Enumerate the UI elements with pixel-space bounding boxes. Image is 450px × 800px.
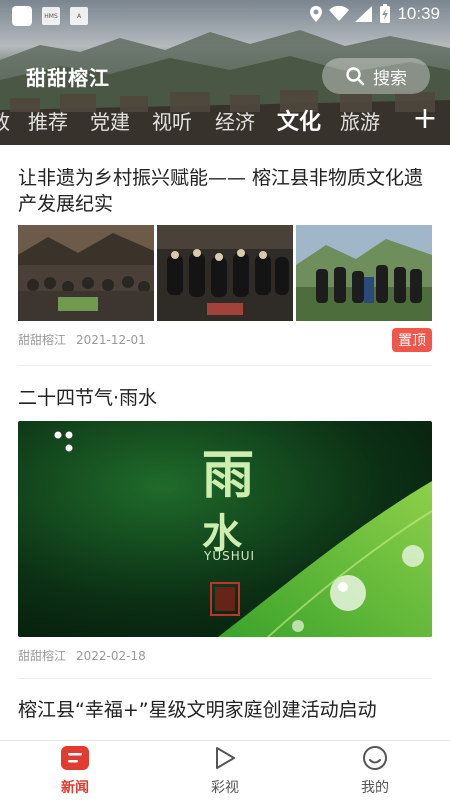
article-meta: 甜甜榕江 2022-02-18: [18, 647, 432, 664]
nav-mine-label: 我的: [361, 780, 389, 796]
nav-news-label: 新闻: [61, 780, 89, 796]
solar-term-pinyin: YUSHUI: [204, 549, 256, 563]
article-card[interactable]: 榕江县“幸福+”星级文明家庭创建活动启动: [18, 697, 432, 723]
category-tabs: 政 推荐 党建 视听 经济 文化 旅游 +: [0, 100, 450, 142]
article-thumbnail: [157, 225, 293, 321]
solar-term-char-1: 雨: [202, 446, 255, 506]
article-source: 甜甜榕江: [18, 649, 67, 663]
wifi-icon: [329, 6, 350, 21]
article-thumbnail: [18, 225, 154, 321]
article-date: 2021-12-01: [76, 332, 146, 347]
article-date: 2022-02-18: [76, 648, 146, 663]
article-card[interactable]: 二十四节气·雨水 雨 水 YUSHUI 甜甜榕江 2022-02-18: [18, 385, 432, 664]
article-title: 榕江县“幸福+”星级文明家庭创建活动启动: [18, 699, 377, 721]
article-meta: 甜甜榕江 2021-12-01 置顶: [18, 327, 432, 352]
smiley-icon: [363, 746, 387, 770]
article-source: 甜甜榕江: [18, 333, 67, 347]
nav-mine[interactable]: 我的: [325, 745, 425, 797]
clock: 10:39: [397, 4, 440, 23]
search-button[interactable]: 搜索: [322, 58, 430, 94]
app-brand-title: 甜甜榕江: [26, 66, 110, 90]
tab-audiovisual[interactable]: 视听: [152, 106, 192, 135]
nav-video-label: 彩视: [211, 780, 239, 796]
divider: [18, 678, 432, 679]
add-channel-button[interactable]: +: [410, 102, 440, 136]
header: HMS A 10:39 甜甜榕江 搜索 推荐 党建 视听 经济 文化 旅游 +: [0, 0, 450, 145]
play-icon: [216, 747, 235, 769]
divider: [18, 365, 432, 366]
article-card[interactable]: 让非遗为乡村振兴赋能—— 榕江县非物质文化遗产发展纪实 甜甜榕江 2021-12…: [18, 165, 432, 352]
article-cover-image: 雨 水 YUSHUI: [18, 421, 432, 637]
tab-travel[interactable]: 旅游: [340, 106, 380, 135]
search-label: 搜索: [373, 68, 407, 89]
hms-icon: HMS: [42, 7, 60, 25]
article-title: 让非遗为乡村振兴赋能—— 榕江县非物质文化遗产发展纪实: [18, 167, 424, 215]
font-app-icon: A: [70, 7, 88, 25]
search-icon: [346, 67, 365, 86]
article-title: 二十四节气·雨水: [18, 387, 158, 409]
news-icon: [61, 746, 89, 770]
article-image-row: [18, 225, 432, 321]
news-feed: 让非遗为乡村振兴赋能—— 榕江县非物质文化遗产发展纪实 甜甜榕江 2021-12…: [0, 145, 450, 740]
tab-recommended[interactable]: 推荐: [28, 106, 68, 135]
status-bar: HMS A 10:39: [0, 0, 450, 32]
tab-economy[interactable]: 经济: [215, 106, 255, 135]
article-thumbnail: [296, 225, 432, 321]
battery-charging-icon: [380, 4, 391, 23]
tab-culture[interactable]: 文化: [277, 104, 321, 136]
notification-app-icon: [12, 6, 32, 26]
bottom-navigation: 新闻 彩视 我的: [0, 740, 450, 800]
nav-news[interactable]: 新闻: [25, 745, 125, 797]
signal-icon: [355, 6, 373, 22]
location-icon: [310, 6, 323, 22]
tab-party[interactable]: 党建: [90, 106, 130, 135]
nav-video[interactable]: 彩视: [175, 745, 275, 797]
pinned-badge: 置顶: [392, 327, 432, 352]
tab-politics[interactable]: 政: [0, 106, 10, 135]
